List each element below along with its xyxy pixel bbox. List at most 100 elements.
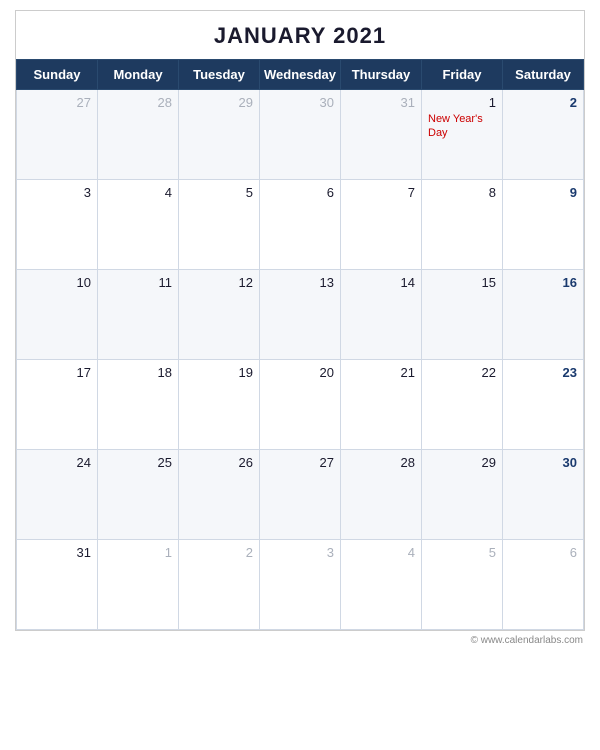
day-number: 4	[104, 185, 172, 200]
calendar-cell: 12	[179, 270, 260, 360]
calendar-cell: 1 New Year's Day	[422, 90, 503, 180]
day-number: 1	[428, 95, 496, 110]
header-day-thursday: Thursday	[341, 60, 422, 90]
calendar-cell: 13	[260, 270, 341, 360]
day-number: 19	[185, 365, 253, 380]
calendar-container: JANUARY 2021 SundayMondayTuesdayWednesda…	[15, 10, 585, 631]
day-number: 26	[185, 455, 253, 470]
day-number: 3	[266, 545, 334, 560]
calendar-cell: 31	[17, 540, 98, 630]
day-number: 6	[509, 545, 577, 560]
calendar-cell: 11	[98, 270, 179, 360]
calendar-cell: 15	[422, 270, 503, 360]
calendar-cell: 24	[17, 450, 98, 540]
day-number: 6	[266, 185, 334, 200]
day-number: 18	[104, 365, 172, 380]
calendar-cell: 28	[98, 90, 179, 180]
day-number: 5	[428, 545, 496, 560]
day-number: 10	[23, 275, 91, 290]
day-number: 15	[428, 275, 496, 290]
day-number: 23	[509, 365, 577, 380]
day-number: 7	[347, 185, 415, 200]
day-number: 31	[347, 95, 415, 110]
holiday-label: New Year's Day	[428, 112, 496, 141]
footer-credit: © www.calendarlabs.com	[15, 631, 585, 646]
day-number: 2	[509, 95, 577, 110]
calendar-cell: 7	[341, 180, 422, 270]
day-number: 3	[23, 185, 91, 200]
day-number: 13	[266, 275, 334, 290]
day-number: 25	[104, 455, 172, 470]
calendar-title: JANUARY 2021	[16, 11, 584, 59]
calendar-cell: 26	[179, 450, 260, 540]
calendar-cell: 28	[341, 450, 422, 540]
calendar-cell: 29	[422, 450, 503, 540]
calendar-cell: 18	[98, 360, 179, 450]
day-number: 12	[185, 275, 253, 290]
calendar-cell: 31	[341, 90, 422, 180]
day-number: 11	[104, 275, 172, 290]
calendar-cell: 4	[341, 540, 422, 630]
day-number: 20	[266, 365, 334, 380]
day-number: 28	[347, 455, 415, 470]
calendar-cell: 10	[17, 270, 98, 360]
day-number: 9	[509, 185, 577, 200]
day-number: 29	[428, 455, 496, 470]
day-number: 17	[23, 365, 91, 380]
day-number: 22	[428, 365, 496, 380]
calendar-cell: 16	[503, 270, 584, 360]
day-number: 8	[428, 185, 496, 200]
day-number: 14	[347, 275, 415, 290]
calendar-cell: 27	[17, 90, 98, 180]
calendar-cell: 3	[17, 180, 98, 270]
day-number: 30	[266, 95, 334, 110]
header-day-tuesday: Tuesday	[179, 60, 260, 90]
calendar-cell: 1	[98, 540, 179, 630]
header-day-saturday: Saturday	[503, 60, 584, 90]
calendar-cell: 2	[179, 540, 260, 630]
calendar-header: SundayMondayTuesdayWednesdayThursdayFrid…	[17, 60, 584, 90]
day-number: 30	[509, 455, 577, 470]
week-row-0: 27 28 29 30 31 1 New Year's Day 2	[17, 90, 584, 180]
header-day-monday: Monday	[98, 60, 179, 90]
calendar-cell: 25	[98, 450, 179, 540]
day-number: 28	[104, 95, 172, 110]
day-number: 27	[23, 95, 91, 110]
week-row-2: 10 11 12 13 14 15 16	[17, 270, 584, 360]
calendar-grid: SundayMondayTuesdayWednesdayThursdayFrid…	[16, 59, 584, 630]
week-row-5: 31 123456	[17, 540, 584, 630]
calendar-cell: 6	[503, 540, 584, 630]
calendar-cell: 22	[422, 360, 503, 450]
header-day-friday: Friday	[422, 60, 503, 90]
day-number: 29	[185, 95, 253, 110]
header-day-wednesday: Wednesday	[260, 60, 341, 90]
calendar-cell: 19	[179, 360, 260, 450]
calendar-cell: 5	[179, 180, 260, 270]
calendar-cell: 29	[179, 90, 260, 180]
calendar-cell: 17	[17, 360, 98, 450]
calendar-cell: 8	[422, 180, 503, 270]
day-number: 2	[185, 545, 253, 560]
calendar-cell: 3	[260, 540, 341, 630]
day-number: 27	[266, 455, 334, 470]
header-row: SundayMondayTuesdayWednesdayThursdayFrid…	[17, 60, 584, 90]
day-number: 16	[509, 275, 577, 290]
day-number: 24	[23, 455, 91, 470]
calendar-cell: 2	[503, 90, 584, 180]
calendar-cell: 21	[341, 360, 422, 450]
calendar-cell: 20	[260, 360, 341, 450]
calendar-cell: 6	[260, 180, 341, 270]
calendar-cell: 4	[98, 180, 179, 270]
calendar-body: 27282930311New Year's Day234567891011121…	[17, 90, 584, 630]
week-row-3: 17 18 19 20 21 22 23	[17, 360, 584, 450]
calendar-cell: 27	[260, 450, 341, 540]
calendar-cell: 9	[503, 180, 584, 270]
calendar-cell: 30	[260, 90, 341, 180]
calendar-cell: 5	[422, 540, 503, 630]
day-number: 4	[347, 545, 415, 560]
day-number: 21	[347, 365, 415, 380]
header-day-sunday: Sunday	[17, 60, 98, 90]
day-number: 31	[23, 545, 91, 560]
week-row-1: 3456789	[17, 180, 584, 270]
week-row-4: 24 25 26 27 28 29 30	[17, 450, 584, 540]
